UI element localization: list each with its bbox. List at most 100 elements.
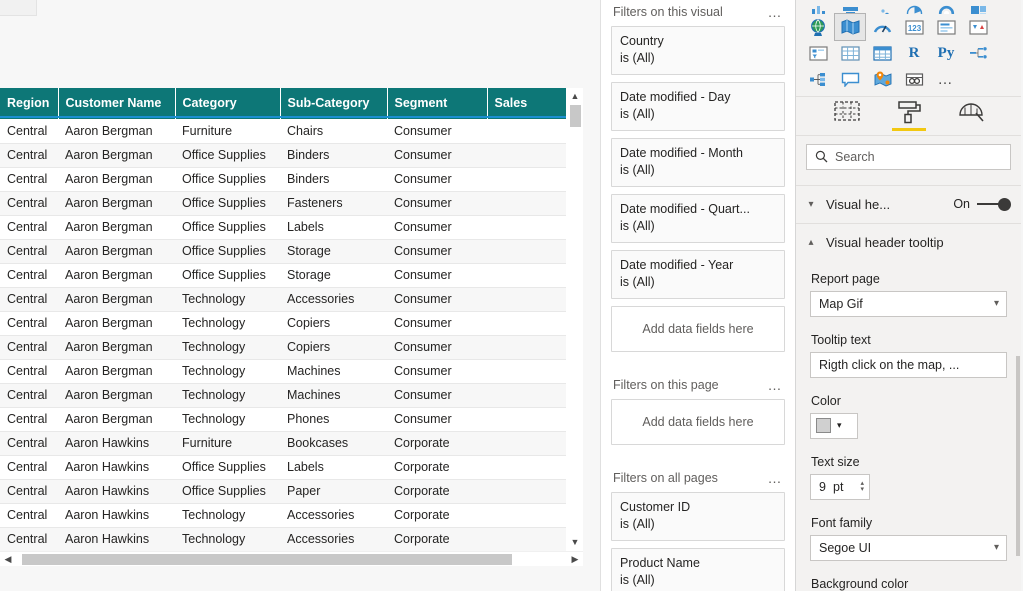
table-row[interactable]: Central Aaron Bergman Technology Accessorie…	[0, 287, 566, 312]
stacked-column-chart-icon[interactable]	[803, 0, 833, 14]
kpi-icon[interactable]	[963, 14, 993, 40]
color-picker[interactable]: ▾	[810, 412, 858, 439]
report-page-select[interactable]: Map Gif ▾	[810, 290, 1007, 317]
format-pane-scrollbar[interactable]	[1016, 355, 1020, 556]
chevron-down-icon[interactable]: ▾	[804, 199, 818, 210]
filter-card-date-modified-month[interactable]: Date modified - Month is (All)	[611, 138, 785, 187]
table-row[interactable]: Central Aaron Bergman Technology Machines Co…	[0, 359, 566, 384]
scroll-left-arrow[interactable]: ◀	[0, 554, 16, 565]
smart-narrative-icon[interactable]	[835, 66, 865, 92]
toggle-switch[interactable]	[977, 197, 1011, 211]
treemap-icon[interactable]	[963, 0, 993, 14]
more-options-icon[interactable]: …	[768, 470, 784, 486]
format-settings-list[interactable]: ▾ Visual he... On ▴ Visual header toolti…	[796, 175, 1021, 591]
arcgis-map-icon[interactable]	[867, 66, 897, 92]
table-horizontal-scrollbar[interactable]: ◀ ▶	[0, 551, 583, 566]
decomposition-tree-icon[interactable]	[963, 40, 993, 66]
filter-card-customer-id[interactable]: Customer ID is (All)	[611, 492, 785, 541]
visualization-gallery[interactable]: 123 R Py …	[796, 0, 1021, 97]
table-visual[interactable]: Region Customer Name Category Sub-Catego…	[0, 88, 583, 566]
card-icon[interactable]: 123	[899, 14, 929, 40]
table-row[interactable]: Central Aaron Bergman Technology Copiers Con…	[0, 311, 566, 336]
visualizations-format-pane[interactable]: 123 R Py … Search ▾ Visual he... On ▴ Vi…	[796, 0, 1021, 591]
table-row[interactable]: Central Aaron Bergman Office Supplies Label…	[0, 215, 566, 240]
visual-header-tooltip-card[interactable]: ▴ Visual header tooltip	[796, 224, 1021, 262]
table-row[interactable]: Central Aaron Hawkins Office Supplies Paper…	[0, 479, 566, 504]
search-input[interactable]: Search	[806, 143, 1011, 170]
funnel-chart-icon[interactable]	[835, 0, 865, 14]
vscroll-track[interactable]	[567, 105, 584, 534]
visual-header-toggle[interactable]: On	[953, 197, 1011, 211]
more-options-icon[interactable]: …	[768, 4, 784, 20]
matrix-icon[interactable]	[867, 40, 897, 66]
scroll-right-arrow[interactable]: ▶	[567, 554, 583, 565]
globe-map-icon[interactable]	[803, 14, 833, 40]
column-header-segment[interactable]: Segment	[387, 88, 488, 119]
table-row[interactable]: Central Aaron Bergman Furniture Chairs Consu…	[0, 119, 566, 144]
python-visual-icon[interactable]: Py	[931, 40, 961, 66]
gauge-icon[interactable]	[867, 14, 897, 40]
scroll-down-arrow[interactable]: ▼	[567, 534, 584, 551]
table-row[interactable]: Central Aaron Bergman Technology Copiers Con…	[0, 335, 566, 360]
cell-customer-name: Aaron Bergman	[58, 119, 175, 144]
slicer-icon[interactable]	[803, 40, 833, 66]
format-tab[interactable]	[889, 99, 929, 133]
table-row[interactable]: Central Aaron Hawkins Furniture Bookcases Co…	[0, 431, 566, 456]
filter-card-country[interactable]: Country is (All)	[611, 26, 785, 75]
report-canvas[interactable]: Region Customer Name Category Sub-Catego…	[0, 0, 600, 591]
table-row[interactable]: Central Aaron Bergman Office Supplies Faste…	[0, 191, 566, 216]
more-options-icon[interactable]: …	[768, 377, 784, 393]
table-vertical-scrollbar[interactable]: ▲ ▼	[566, 88, 583, 551]
analytics-tab[interactable]	[951, 99, 991, 133]
pane-tab-strip[interactable]	[796, 97, 1021, 136]
table-row[interactable]: Central Aaron Bergman Office Supplies Stora…	[0, 263, 566, 288]
r-script-visual-icon[interactable]: R	[899, 40, 929, 66]
filled-map-icon[interactable]	[834, 13, 866, 41]
viz-row-2: 123	[802, 13, 1015, 41]
column-header-sales[interactable]: Sales	[487, 88, 566, 119]
donut-chart-icon[interactable]	[931, 0, 961, 14]
filter-card-date-modified-day[interactable]: Date modified - Day is (All)	[611, 82, 785, 131]
chevron-up-icon[interactable]: ▴	[804, 237, 818, 248]
hscroll-thumb[interactable]	[22, 553, 512, 565]
table-row[interactable]: Central Aaron Bergman Office Supplies Binde…	[0, 143, 566, 168]
column-header-sub-category[interactable]: Sub-Category	[280, 88, 388, 119]
stepper-arrows[interactable]: ▴ ▾	[860, 480, 864, 493]
text-size-stepper[interactable]: 9 pt ▴ ▾	[810, 473, 870, 500]
data-table[interactable]: Region Customer Name Category Sub-Catego…	[0, 88, 566, 551]
table-row[interactable]: Central Aaron Bergman Technology Machines Co…	[0, 383, 566, 408]
vscroll-thumb[interactable]	[569, 105, 581, 127]
table-icon[interactable]	[835, 40, 865, 66]
font-family-select[interactable]: Segoe UI ▾	[810, 534, 1007, 561]
key-influencers-icon[interactable]	[803, 66, 833, 92]
stepper-down-icon[interactable]: ▾	[860, 486, 864, 493]
table-row[interactable]: Central Aaron Bergman Office Supplies Stora…	[0, 239, 566, 264]
column-header-customer-name[interactable]: Customer Name	[58, 88, 176, 119]
more-options-icon[interactable]: …	[931, 66, 961, 92]
table-row[interactable]: Central Aaron Hawkins Technology Accessorie…	[0, 527, 566, 551]
filter-card-date-modified-year[interactable]: Date modified - Year is (All)	[611, 250, 785, 299]
fields-tab[interactable]	[827, 99, 867, 133]
table-row[interactable]: Central Aaron Hawkins Technology Accessorie…	[0, 503, 566, 528]
visual-header-card[interactable]: ▾ Visual he... On	[796, 186, 1021, 224]
filter-card-date-modified-quarter[interactable]: Date modified - Quart... is (All)	[611, 194, 785, 243]
filters-pane[interactable]: Filters on this visual … Country is (All…	[600, 0, 796, 591]
cell-sales: 11	[487, 359, 566, 384]
table-row[interactable]: Central Aaron Bergman Technology Phones Cons…	[0, 407, 566, 432]
filter-card-product-name[interactable]: Product Name is (All)	[611, 548, 785, 591]
tooltip-text-input[interactable]: Rigth click on the map, ...	[810, 351, 1007, 378]
pie-chart-icon[interactable]	[899, 0, 929, 14]
visual-filter-dropzone[interactable]: Add data fields here	[611, 306, 785, 352]
multi-row-card-icon[interactable]	[931, 14, 961, 40]
column-header-region[interactable]: Region	[0, 88, 59, 119]
scroll-up-arrow[interactable]: ▲	[567, 88, 584, 105]
column-header-category[interactable]: Category	[175, 88, 281, 119]
scatter-chart-icon[interactable]	[867, 0, 897, 14]
table-row[interactable]: Central Aaron Bergman Office Supplies Binde…	[0, 167, 566, 192]
hscroll-track[interactable]	[16, 553, 567, 565]
cell-region: Central	[0, 167, 58, 192]
paginated-report-icon[interactable]	[899, 66, 929, 92]
table-row[interactable]: Central Aaron Hawkins Office Supplies Label…	[0, 455, 566, 480]
page-filter-dropzone[interactable]: Add data fields here	[611, 399, 785, 445]
table-grid-area[interactable]: Region Customer Name Category Sub-Catego…	[0, 88, 566, 551]
